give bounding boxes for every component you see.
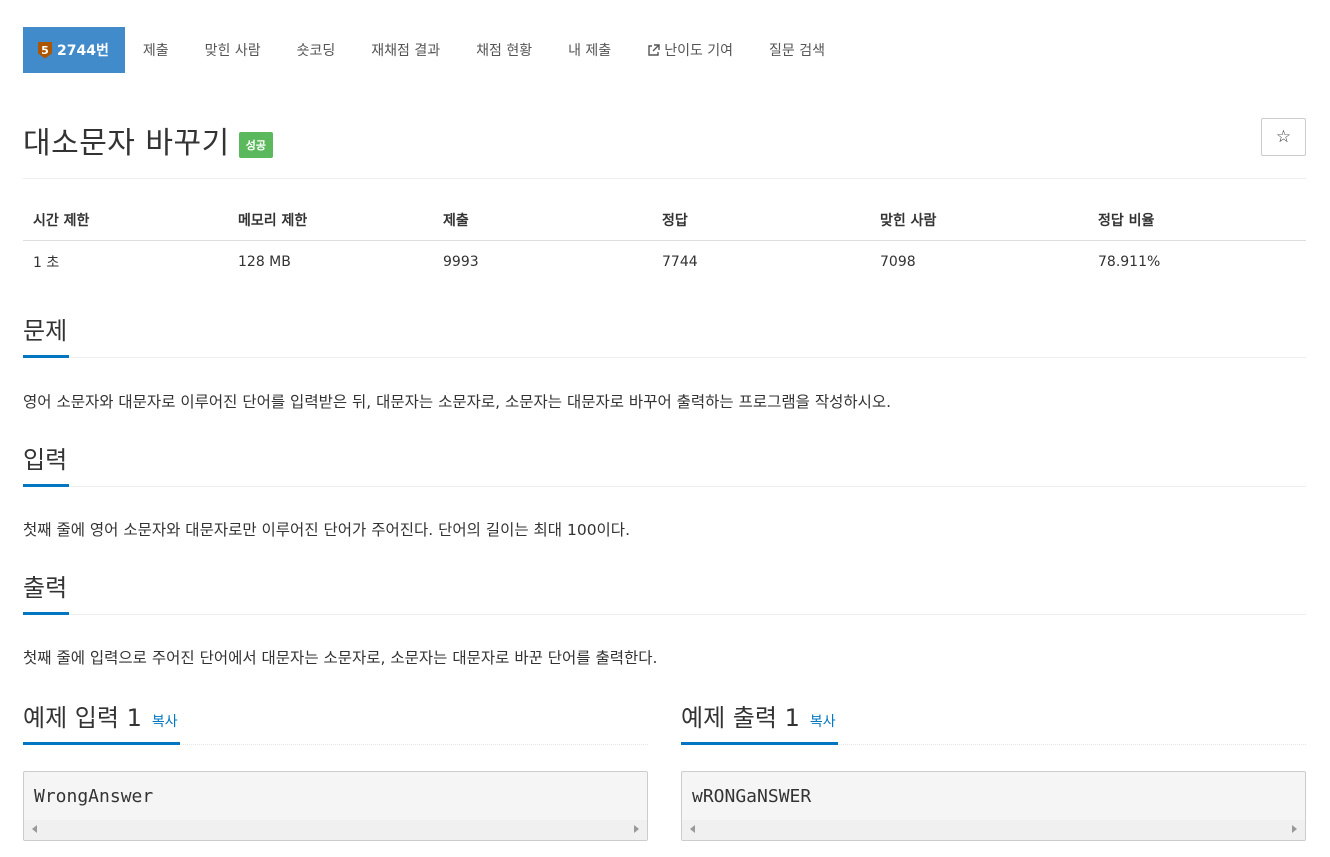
scroll-right-arrow-icon[interactable] [634,825,639,833]
favorite-button[interactable]: ☆ [1261,118,1306,156]
header-memory-limit: 메모리 제한 [238,213,308,229]
problem-title: 대소문자 바꾸기 [23,126,230,161]
description-text: 영어 소문자와 대문자로 이루어진 단어를 입력받은 뒤, 대문자는 소문자로,… [23,393,892,411]
header-accept-ratio: 정답 비율 [1098,213,1155,229]
nav-submit[interactable]: 제출 [125,27,187,73]
table-row: 1 초 128 MB 9993 7744 7098 78.911% [23,241,1306,282]
accept-ratio-value: 78.911% [1098,253,1161,270]
memory-limit-value: 128 MB [238,253,291,270]
sample-input-section: 예제 입력 1 복사 WrongAnswer [23,703,648,841]
time-limit-value: 1 초 [33,254,60,271]
horizontal-scrollbar[interactable] [682,820,1305,840]
nav-short-coding[interactable]: 숏코딩 [279,27,354,73]
horizontal-scrollbar[interactable] [24,820,647,840]
nav-difficulty-contribution[interactable]: 난이도 기여 [629,27,751,73]
sample-input-heading: 예제 입력 1 [23,704,142,732]
nav-problem-number[interactable]: 5 2744번 [23,27,125,73]
sample-output-heading: 예제 출력 1 [681,704,800,732]
nav-solved-users[interactable]: 맞힌 사람 [187,27,279,73]
description-section: 문제 영어 소문자와 대문자로 이루어진 단어를 입력받은 뒤, 대문자는 소문… [23,316,1306,413]
copy-sample-output-link[interactable]: 복사 [810,714,836,730]
sample-output-box[interactable]: wRONGaNSWER [681,771,1306,841]
title-divider [23,178,1306,179]
output-text: 첫째 줄에 입력으로 주어진 단어에서 대문자는 소문자로, 소문자는 대문자로… [23,649,658,667]
problem-header: 대소문자 바꾸기 성공 [23,118,273,162]
scroll-right-arrow-icon[interactable] [1292,825,1297,833]
problem-menu: 5 2744번 제출 맞힌 사람 숏코딩 재채점 결과 채점 현황 내 제출 난… [23,27,843,73]
sample-output-section: 예제 출력 1 복사 wRONGaNSWER [681,703,1306,841]
output-section: 출력 첫째 줄에 입력으로 주어진 단어에서 대문자는 소문자로, 소문자는 대… [23,573,1306,669]
output-heading: 출력 [23,573,70,615]
scroll-left-arrow-icon[interactable] [690,825,695,833]
table-header-row: 시간 제한 메모리 제한 제출 정답 맞힌 사람 정답 비율 [23,200,1306,241]
input-text: 첫째 줄에 영어 소문자와 대문자로만 이루어진 단어가 주어진다. 단어의 길… [23,521,630,539]
bronze-tier-icon: 5 [38,41,52,59]
problem-info-table: 시간 제한 메모리 제한 제출 정답 맞힌 사람 정답 비율 1 초 128 M… [23,200,1306,282]
problem-number-label: 2744번 [57,43,109,59]
sample-input-text: WrongAnswer [34,786,154,807]
sample-input-box[interactable]: WrongAnswer [23,771,648,841]
nav-rejudge-results[interactable]: 재채점 결과 [353,27,458,73]
status-badge: 성공 [238,132,273,158]
accepted-value: 7744 [662,253,698,270]
external-link-icon [647,43,660,57]
nav-judge-status[interactable]: 채점 현황 [458,27,550,73]
header-submissions: 제출 [443,213,469,229]
description-heading: 문제 [23,316,70,358]
header-time-limit: 시간 제한 [33,213,90,229]
scroll-left-arrow-icon[interactable] [32,825,37,833]
header-solved-users: 맞힌 사람 [880,213,937,229]
input-heading: 입력 [23,445,70,487]
header-accepted: 정답 [662,213,688,229]
nav-my-submissions[interactable]: 내 제출 [550,27,629,73]
nav-question-search[interactable]: 질문 검색 [751,27,843,73]
submissions-value: 9993 [443,253,479,270]
copy-sample-input-link[interactable]: 복사 [152,714,178,730]
star-icon: ☆ [1275,127,1292,147]
input-section: 입력 첫째 줄에 영어 소문자와 대문자로만 이루어진 단어가 주어진다. 단어… [23,445,1306,541]
solved-users-value: 7098 [880,253,916,270]
sample-output-text: wRONGaNSWER [692,786,812,807]
